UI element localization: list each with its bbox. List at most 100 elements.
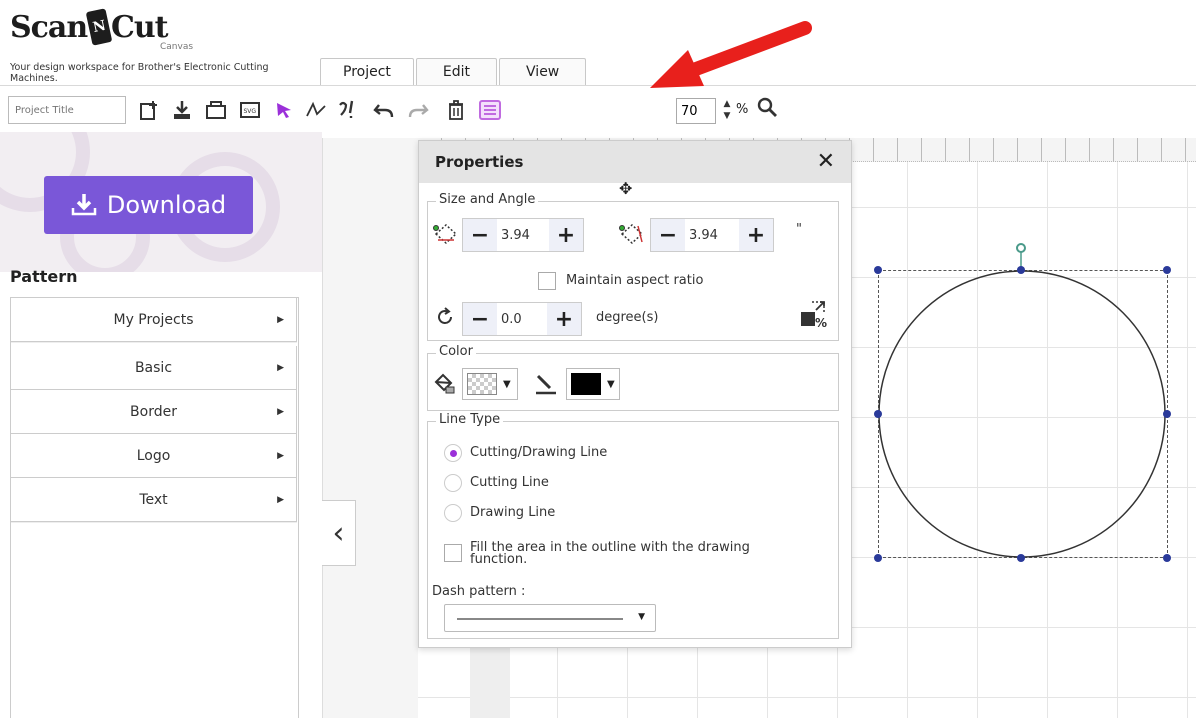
angle-input[interactable] (497, 303, 547, 335)
red-arrow-annotation (650, 21, 812, 88)
line-type-section: Line Type Cutting/Drawing Line Cutting L… (427, 412, 839, 639)
circle-shape[interactable] (870, 240, 1180, 570)
tab-view[interactable]: View (499, 58, 587, 85)
resize-handle[interactable] (874, 266, 882, 274)
black-swatch (571, 373, 601, 395)
download-button[interactable]: Download (44, 176, 253, 234)
rotate-handle[interactable] (1016, 243, 1026, 253)
resize-handle[interactable] (874, 554, 882, 562)
solid-line-preview (457, 618, 623, 620)
side-panel-gutter (322, 138, 418, 718)
properties-title: Properties (435, 153, 524, 171)
tab-project[interactable]: Project (320, 58, 414, 85)
trash-icon[interactable] (442, 96, 470, 124)
brand-area: Scan N Cut Canvas Your design workspace fo… (10, 8, 300, 90)
height-stepper: − + (650, 218, 774, 252)
logo-subtitle: Canvas (160, 42, 194, 52)
arrow-right-icon: ▶ (277, 494, 284, 505)
dropdown-arrow-icon: ▼ (607, 378, 615, 390)
resize-handle[interactable] (1017, 554, 1025, 562)
zoom-unit: % (736, 102, 749, 117)
radio-cutting-line[interactable] (444, 474, 462, 492)
trace-icon[interactable] (334, 96, 362, 124)
menu-tabs: Project Edit View (320, 58, 588, 86)
collapse-panel-button[interactable]: ‹ (322, 500, 356, 566)
svg-text:SVG: SVG (244, 108, 257, 115)
project-title-input[interactable] (8, 96, 126, 124)
app-window: Scan N Cut Canvas Your design workspace fo… (0, 0, 1196, 718)
angle-unit-label: degree(s) (596, 310, 659, 325)
dash-pattern-label: Dash pattern : (432, 584, 526, 599)
unit-label: " (796, 222, 802, 237)
pattern-item-logo[interactable]: Logo ▶ (11, 434, 297, 478)
rotate-icon (434, 306, 456, 333)
properties-icon[interactable] (476, 96, 504, 124)
download-icon (71, 192, 97, 218)
select-arrow-icon[interactable] (270, 96, 298, 124)
size-angle-label: Size and Angle (436, 192, 539, 207)
maintain-aspect-checkbox[interactable] (538, 272, 556, 290)
pattern-item-text[interactable]: Text ▶ (11, 478, 297, 522)
height-icon (618, 222, 646, 251)
resize-handle[interactable] (874, 410, 882, 418)
left-ruler (470, 640, 510, 718)
close-icon[interactable]: ✕ (817, 149, 835, 174)
scale-percent-icon[interactable]: % (798, 298, 830, 335)
arrow-right-icon: ▶ (277, 406, 284, 417)
resize-handle[interactable] (1017, 266, 1025, 274)
height-plus-button[interactable]: + (739, 219, 773, 251)
angle-stepper: − + (462, 302, 582, 336)
maintain-aspect-label: Maintain aspect ratio (566, 273, 704, 288)
zoom-stepper[interactable]: ▲ ▼ (720, 98, 734, 124)
transparent-swatch (467, 373, 497, 395)
properties-panel: Properties ✕ ✥ Size and Angle − + − + (418, 140, 852, 648)
angle-plus-button[interactable]: + (547, 303, 581, 335)
zoom-search-icon[interactable] (756, 96, 778, 124)
width-minus-button[interactable]: − (463, 219, 497, 251)
height-minus-button[interactable]: − (651, 219, 685, 251)
resize-handle[interactable] (1163, 266, 1171, 274)
cutting-drawing-line-label: Cutting/Drawing Line (470, 445, 608, 460)
resize-handle[interactable] (1163, 410, 1171, 418)
color-label: Color (436, 344, 476, 359)
properties-header[interactable]: Properties ✕ (419, 141, 851, 183)
undo-icon[interactable] (370, 96, 398, 124)
import-icon[interactable] (168, 96, 196, 124)
line-type-label: Line Type (436, 412, 504, 427)
node-edit-icon[interactable] (302, 96, 330, 124)
redo-icon[interactable] (404, 96, 432, 124)
pattern-list: My Projects ▶ Basic ▶ Border ▶ Logo ▶ Text ▶ (10, 297, 312, 718)
svg-export-icon[interactable]: SVG (236, 96, 264, 124)
chevron-left-icon: ‹ (332, 515, 345, 551)
width-plus-button[interactable]: + (549, 219, 583, 251)
arrow-right-icon: ▶ (277, 314, 284, 325)
width-input[interactable] (497, 219, 549, 251)
pattern-item-border[interactable]: Border ▶ (11, 390, 297, 434)
new-project-icon[interactable] (136, 96, 164, 124)
zoom-input[interactable] (676, 98, 716, 124)
pattern-item-my-projects[interactable]: My Projects ▶ (11, 298, 297, 342)
open-project-icon[interactable] (202, 96, 230, 124)
pattern-scrollbar[interactable] (298, 297, 312, 718)
radio-cutting-drawing-line[interactable] (444, 444, 462, 462)
drawing-line-label: Drawing Line (470, 505, 556, 520)
height-input[interactable] (685, 219, 739, 251)
fill-color-dropdown[interactable]: ▼ (462, 368, 518, 400)
pen-color-icon (534, 372, 558, 401)
resize-handle[interactable] (1163, 554, 1171, 562)
line-color-dropdown[interactable]: ▼ (566, 368, 620, 400)
radio-drawing-line[interactable] (444, 504, 462, 522)
width-stepper: − + (462, 218, 584, 252)
arrow-right-icon: ▶ (277, 362, 284, 373)
svg-text:%: % (815, 316, 827, 330)
move-icon[interactable]: ✥ (619, 179, 632, 198)
arrow-right-icon: ▶ (277, 450, 284, 461)
fill-area-label: Fill the area in the outline with the dr… (470, 540, 750, 567)
dropdown-arrow-icon: ▼ (638, 612, 645, 622)
fill-area-checkbox[interactable] (444, 544, 462, 562)
tab-edit[interactable]: Edit (415, 58, 498, 85)
dash-pattern-select[interactable]: ▼ (444, 604, 656, 632)
size-angle-section: Size and Angle − + − + " Maintain aspect… (427, 192, 839, 341)
angle-minus-button[interactable]: − (463, 303, 497, 335)
pattern-item-basic[interactable]: Basic ▶ (11, 346, 297, 390)
